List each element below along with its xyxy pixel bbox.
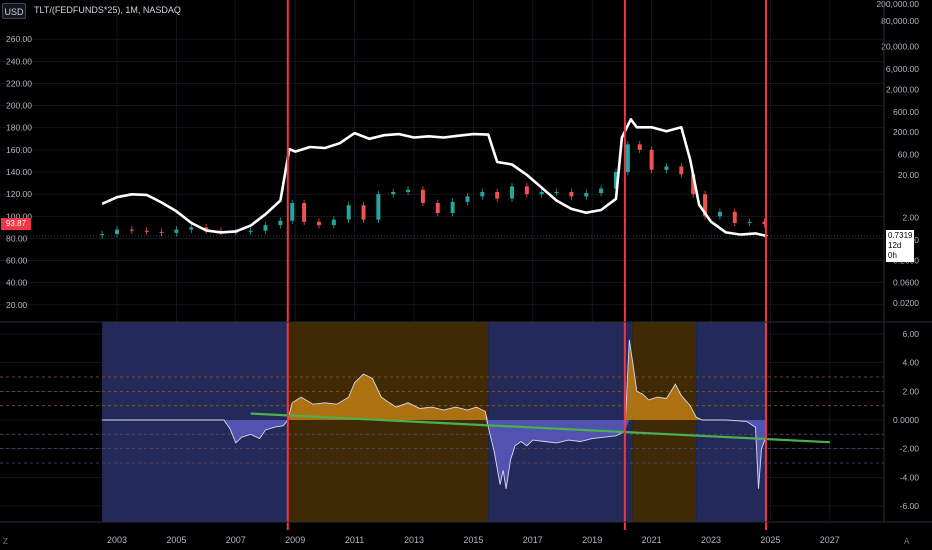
x-tick-label: 2013 bbox=[404, 535, 424, 545]
y-right-tick-label: 20,000.00 bbox=[881, 42, 919, 52]
y-left-tick-label: 20.00 bbox=[6, 300, 28, 310]
candle bbox=[159, 231, 164, 233]
indicator-tick-label: 6.00 bbox=[902, 329, 919, 339]
y-right-tick-label: 0.0200 bbox=[893, 298, 919, 308]
currency-button[interactable]: USD bbox=[2, 3, 26, 19]
indicator-tick-label: 0.0000 bbox=[893, 415, 919, 425]
y-left-tick-label: 120.00 bbox=[6, 189, 32, 199]
y-right-tick-label: 200.00 bbox=[893, 127, 919, 137]
ratio-value-badge: 0.7319 12d 0h bbox=[886, 230, 914, 262]
candle bbox=[406, 189, 411, 192]
y-right-tick-label: 20.00 bbox=[898, 170, 920, 180]
candle bbox=[100, 234, 105, 236]
candle bbox=[569, 191, 574, 197]
y-right-tick-label: 2.00 bbox=[902, 213, 919, 223]
y-left-tick-label: 200.00 bbox=[6, 101, 32, 111]
ratio-series-line bbox=[101, 118, 768, 238]
candle bbox=[174, 229, 179, 233]
x-tick-label: 2021 bbox=[642, 535, 662, 545]
ratio-line bbox=[101, 118, 768, 238]
x-tick-label: 2017 bbox=[523, 535, 543, 545]
candle bbox=[263, 225, 268, 231]
candle bbox=[248, 230, 253, 232]
candle bbox=[539, 191, 544, 195]
indicator-tick-label: -4.00 bbox=[900, 472, 920, 482]
candle bbox=[649, 149, 654, 170]
y-left-tick-label: 80.00 bbox=[6, 233, 28, 243]
indicator-tick-label: -6.00 bbox=[900, 501, 920, 511]
x-tick-label: 2009 bbox=[285, 535, 305, 545]
candle bbox=[637, 144, 642, 150]
x-tick-label: 2003 bbox=[107, 535, 127, 545]
candle bbox=[435, 203, 440, 213]
candle bbox=[302, 203, 307, 222]
candle bbox=[625, 144, 630, 173]
x-tick-label: 2025 bbox=[760, 535, 780, 545]
y-left-tick-label: 40.00 bbox=[6, 278, 28, 288]
y-left-tick-label: 240.00 bbox=[6, 56, 32, 66]
candle bbox=[664, 166, 669, 170]
y-left-tick-label: 180.00 bbox=[6, 123, 32, 133]
candle bbox=[524, 186, 529, 195]
y-left-tick-label: 140.00 bbox=[6, 167, 32, 177]
y-right-tick-label: 200,000.00 bbox=[876, 0, 919, 9]
y-right-tick-label: 0.0600 bbox=[893, 278, 919, 288]
symbol-title: TLT/(FEDFUNDS*25), 1M, NASDAQ bbox=[34, 5, 181, 15]
candle bbox=[679, 166, 684, 175]
bar-countdown: 12d 0h bbox=[888, 241, 902, 260]
y-right-tick-label: 2,000.00 bbox=[886, 84, 919, 94]
last-price-badge: 93.87 bbox=[1, 218, 31, 230]
candle bbox=[376, 194, 381, 220]
y-left-tick-label: 260.00 bbox=[6, 34, 32, 44]
x-tick-label: 2015 bbox=[463, 535, 483, 545]
y-right-tick-label: 80,000.00 bbox=[881, 16, 919, 26]
chart-canvas: 2003 2005 2007 2009 2011 2013 2015 2017 2019 2021… bbox=[0, 0, 932, 545]
candle bbox=[316, 221, 321, 226]
candle bbox=[747, 221, 752, 223]
candle bbox=[584, 193, 589, 197]
tlt-candles bbox=[100, 141, 767, 239]
candle bbox=[129, 229, 134, 231]
y-left-tick-label: 160.00 bbox=[6, 145, 32, 155]
indicator-tick-label: 4.00 bbox=[902, 358, 919, 368]
zone-orange bbox=[287, 322, 489, 522]
candle bbox=[717, 211, 722, 217]
y-right-tick-label: 600.00 bbox=[893, 107, 919, 117]
y-left-tick-label: 60.00 bbox=[6, 256, 28, 266]
candle bbox=[554, 191, 559, 193]
candle bbox=[346, 205, 351, 220]
candle bbox=[599, 188, 604, 194]
ratio-value: 0.7319 bbox=[888, 231, 913, 240]
x-tick-label: 2011 bbox=[345, 535, 364, 545]
candle bbox=[115, 229, 119, 235]
candle bbox=[495, 191, 500, 199]
candle bbox=[331, 219, 336, 226]
candle bbox=[510, 186, 515, 199]
candle bbox=[391, 191, 396, 195]
x-tick-label: 2027 bbox=[820, 535, 840, 545]
candle bbox=[450, 201, 455, 213]
candle bbox=[361, 205, 366, 220]
candle bbox=[278, 220, 283, 226]
timezone-icon[interactable]: Z bbox=[3, 537, 8, 546]
x-tick-label: 2005 bbox=[166, 535, 186, 545]
candle bbox=[420, 189, 425, 204]
y-right-tick-label: 6,000.00 bbox=[886, 64, 919, 74]
x-tick-label: 2007 bbox=[226, 535, 246, 545]
indicator-tick-label: 2.00 bbox=[902, 386, 919, 396]
candle bbox=[144, 230, 149, 232]
indicator-tick-label: -2.00 bbox=[900, 444, 920, 454]
y-left-tick-label: 220.00 bbox=[6, 78, 32, 88]
x-tick-label: 2023 bbox=[701, 535, 721, 545]
candle bbox=[290, 203, 295, 221]
auto-scale-icon[interactable]: A bbox=[904, 537, 909, 546]
candle bbox=[465, 196, 470, 202]
candle bbox=[189, 227, 194, 230]
zone-orange bbox=[632, 322, 697, 522]
y-right-tick-label: 60.00 bbox=[898, 149, 920, 159]
candle bbox=[732, 211, 737, 223]
candle bbox=[480, 191, 485, 197]
x-tick-label: 2019 bbox=[582, 535, 602, 545]
